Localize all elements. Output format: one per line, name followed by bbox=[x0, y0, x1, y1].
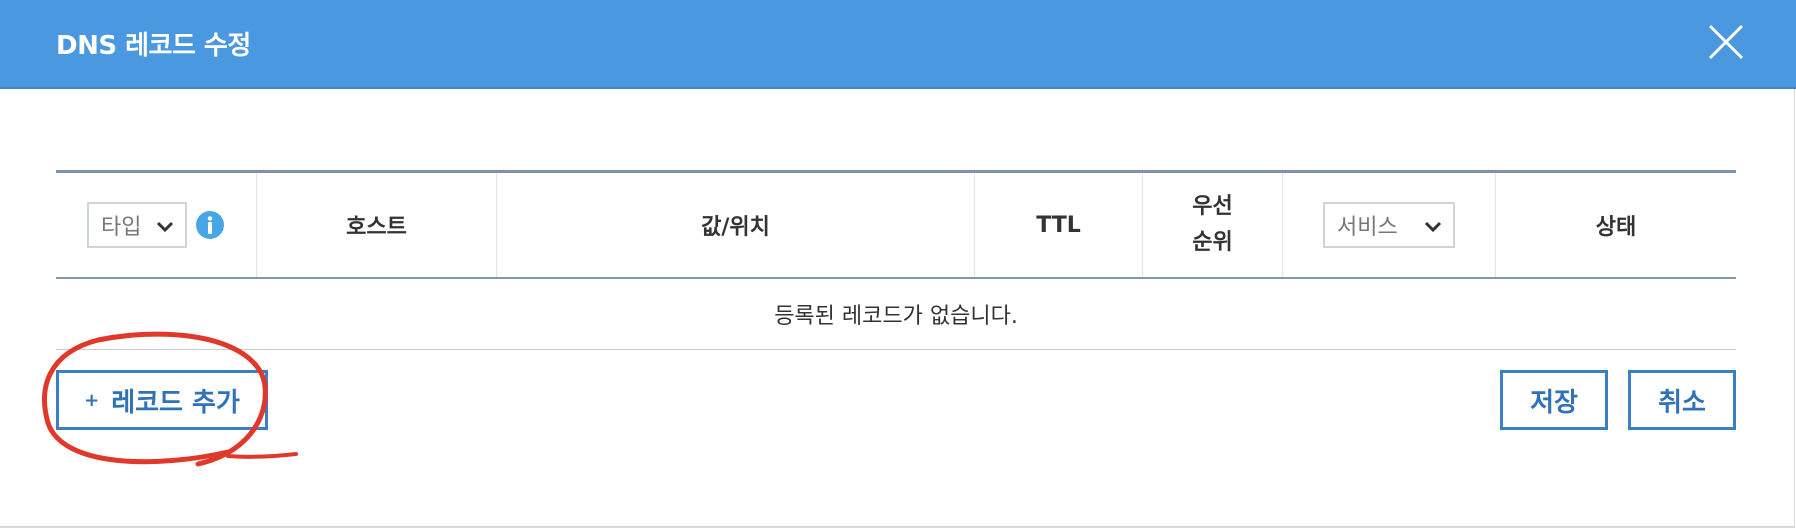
chevron-down-icon bbox=[156, 221, 174, 233]
add-record-button[interactable]: + 레코드 추가 bbox=[56, 370, 268, 430]
plus-icon: + bbox=[84, 389, 100, 411]
col-value: 값/위치 bbox=[497, 173, 975, 277]
dns-record-table: 타입 호스트 값/위치 TTL 우선 순위 서비스 상태 등록된 레코드가 없습… bbox=[56, 170, 1736, 350]
col-priority-line2: 순위 bbox=[1192, 230, 1233, 255]
cancel-button[interactable]: 취소 bbox=[1628, 370, 1736, 430]
empty-message: 등록된 레코드가 없습니다. bbox=[56, 279, 1736, 350]
dialog-title: DNS 레코드 수정 bbox=[56, 31, 251, 61]
dialog-header: DNS 레코드 수정 bbox=[0, 0, 1796, 89]
col-type: 타입 bbox=[56, 173, 257, 277]
save-button[interactable]: 저장 bbox=[1500, 370, 1608, 430]
close-icon bbox=[1708, 24, 1744, 60]
col-priority: 우선 순위 bbox=[1143, 173, 1283, 277]
info-icon[interactable] bbox=[195, 210, 225, 240]
col-service: 서비스 bbox=[1283, 173, 1496, 277]
service-select-value: 서비스 bbox=[1337, 215, 1398, 240]
col-status: 상태 bbox=[1595, 215, 1637, 240]
type-select-value: 타입 bbox=[101, 215, 142, 240]
chevron-down-icon bbox=[1424, 221, 1442, 233]
dns-record-edit-dialog: DNS 레코드 수정 타입 호스트 값/위치 TTL 우선 순위 서비스 상태 … bbox=[0, 0, 1796, 528]
col-priority-line1: 우선 bbox=[1192, 194, 1233, 219]
table-header: 타입 호스트 값/위치 TTL 우선 순위 서비스 상태 bbox=[56, 173, 1736, 279]
service-select[interactable]: 서비스 bbox=[1323, 202, 1455, 248]
col-host: 호스트 bbox=[257, 173, 497, 277]
close-button[interactable] bbox=[1706, 22, 1746, 62]
type-select[interactable]: 타입 bbox=[87, 202, 187, 248]
add-record-label: 레코드 추가 bbox=[111, 387, 240, 418]
col-ttl: TTL bbox=[975, 173, 1143, 277]
